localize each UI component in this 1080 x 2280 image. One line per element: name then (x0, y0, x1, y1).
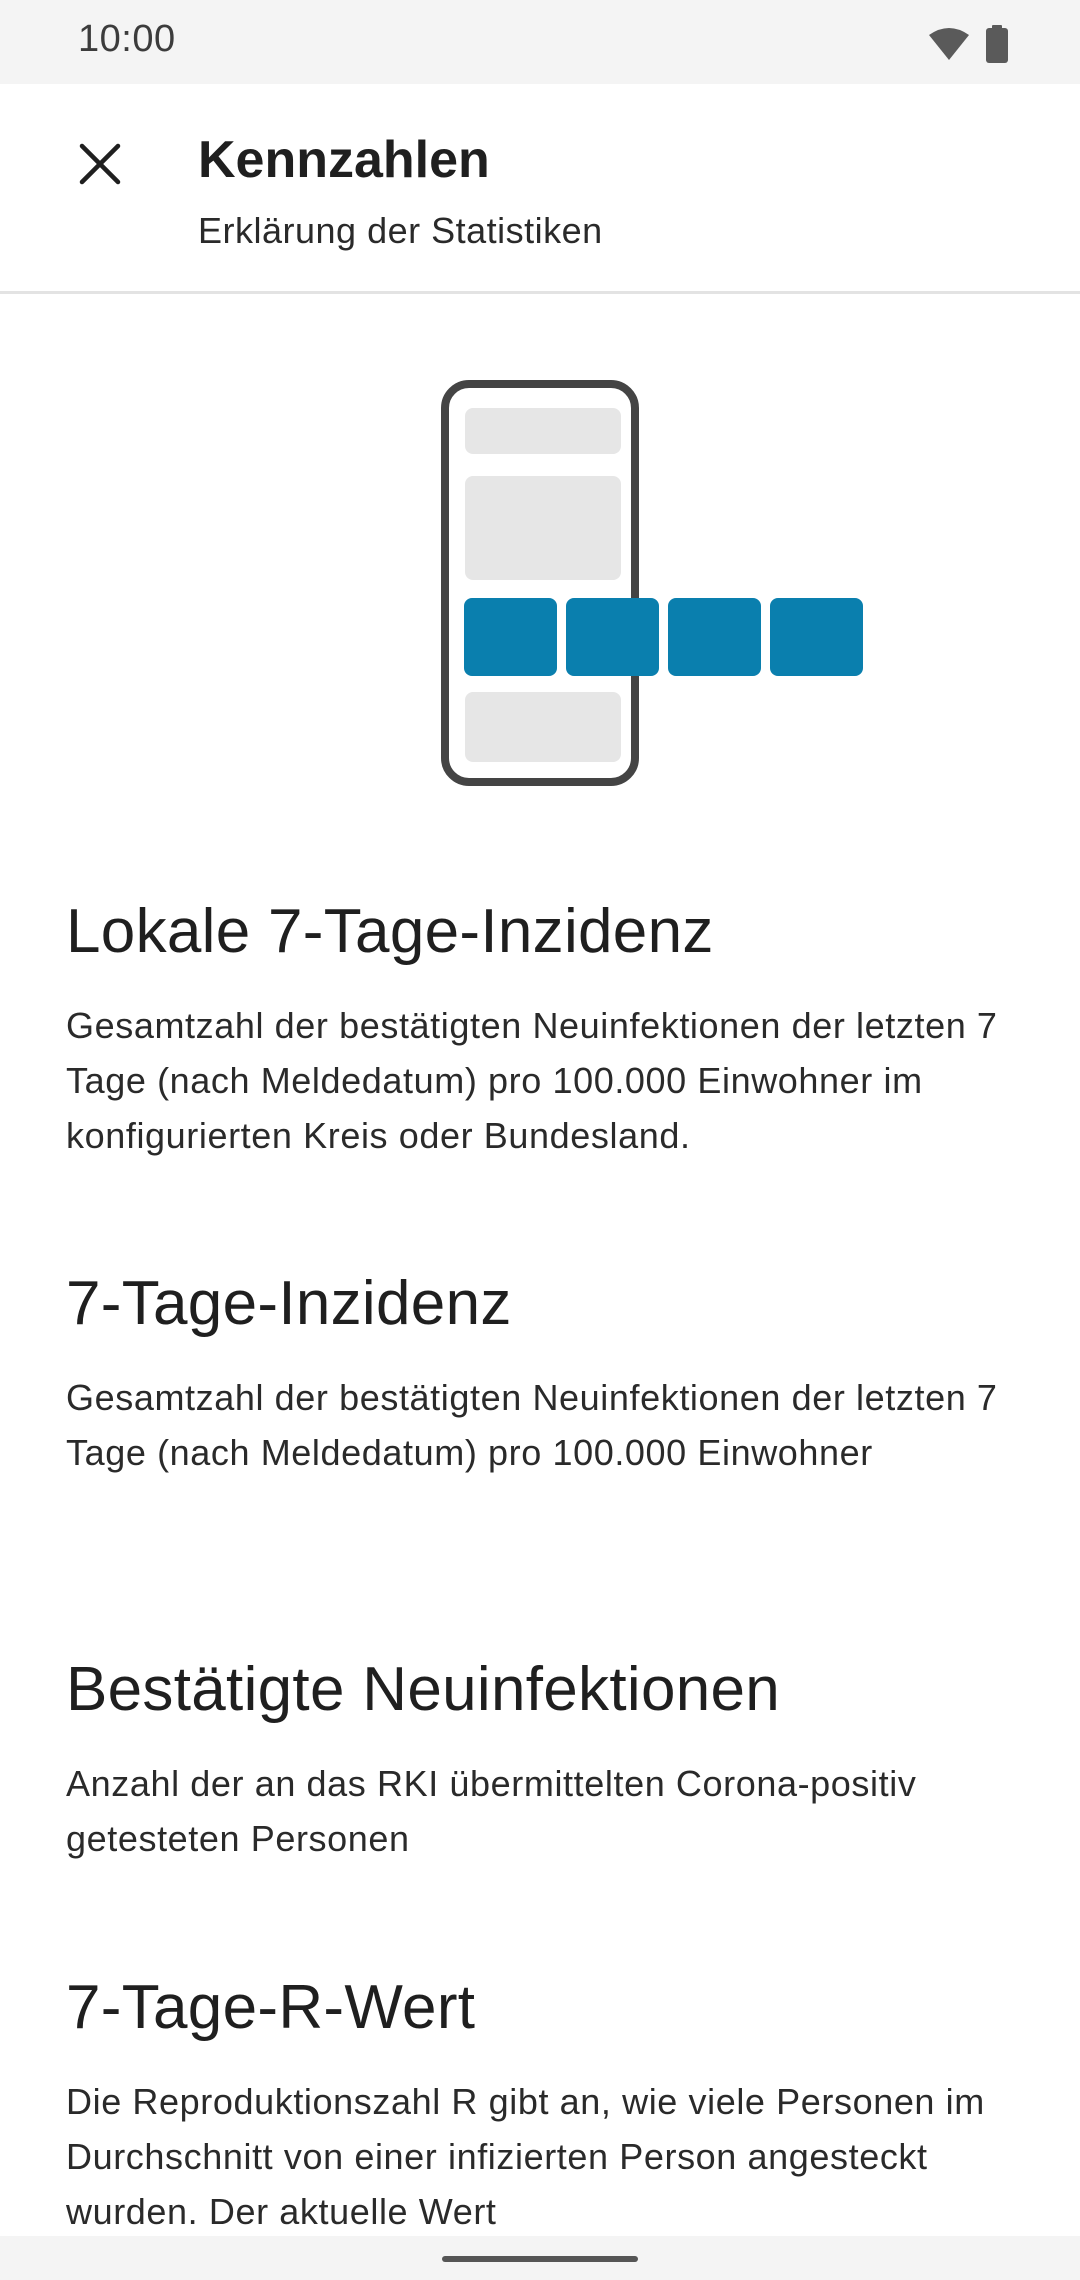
status-icons (928, 24, 1008, 64)
gesture-handle[interactable] (442, 2256, 638, 2262)
page-title: Kennzahlen (198, 131, 490, 189)
status-bar: 10:00 (0, 0, 1080, 84)
close-button[interactable] (60, 126, 140, 206)
section-body-new-infections: Anzahl der an das RKI übermittelten Coro… (66, 1763, 917, 1859)
section-body-incidence: Gesamtzahl der bestätigten Neuinfektione… (66, 1377, 998, 1473)
status-time: 10:00 (78, 18, 176, 60)
section-heading-new-infections: Bestätigte Neuinfektionen (66, 1655, 781, 1724)
wifi-icon (928, 27, 970, 61)
section-body-r-value: Die Reproduktionszahl R gibt an, wie vie… (66, 2081, 985, 2232)
app-bar: Kennzahlen Erklärung der Statistiken (0, 84, 1080, 294)
section-body-local-incidence: Gesamtzahl der bestätigten Neuinfektione… (66, 1005, 998, 1156)
phone-illustration-icon (441, 380, 863, 786)
navigation-bar (0, 2236, 1080, 2280)
battery-icon (986, 25, 1008, 63)
statistics-illustration (440, 380, 880, 790)
section-heading-local-incidence: Lokale 7-Tage-Inzidenz (66, 897, 714, 966)
page-subtitle: Erklärung der Statistiken (198, 210, 603, 251)
section-heading-r-value: 7-Tage-R-Wert (66, 1973, 476, 2042)
section-heading-incidence: 7-Tage-Inzidenz (66, 1269, 512, 1338)
close-icon (79, 143, 121, 190)
